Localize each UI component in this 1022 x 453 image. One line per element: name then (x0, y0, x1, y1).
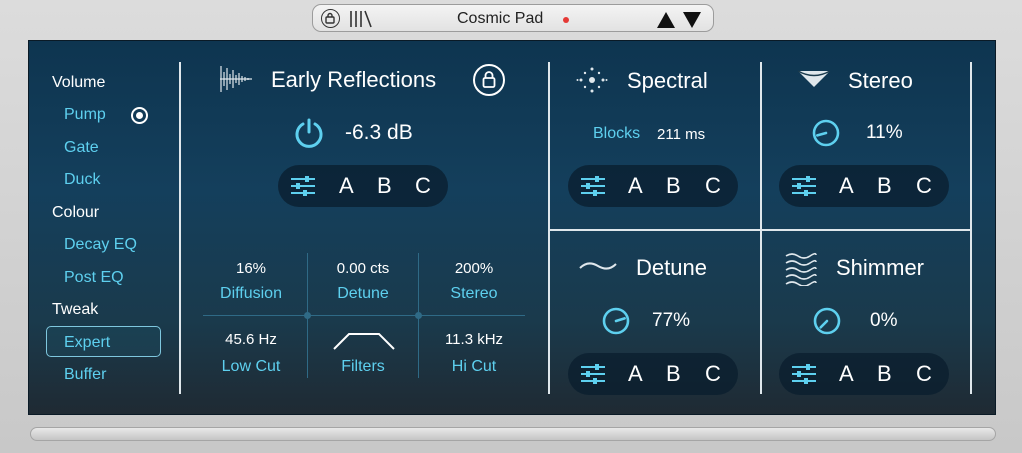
filter-shape-icon[interactable] (333, 331, 395, 351)
sliders-icon[interactable] (580, 363, 606, 385)
nav-item-duck[interactable]: Duck (64, 171, 100, 189)
divider (179, 62, 181, 394)
slot-b-button[interactable]: B (666, 173, 681, 199)
spectral-title: Spectral (627, 68, 708, 93)
slot-c-button[interactable]: C (916, 173, 932, 199)
nav-item-pump[interactable]: Pump (64, 106, 106, 124)
early-reflections-slot-bar: A B C (278, 165, 448, 207)
nav-section-volume: Volume (52, 74, 106, 91)
lock-icon[interactable] (321, 9, 340, 28)
nav-section-tweak: Tweak (52, 301, 99, 318)
detune-slot-bar: A B C (568, 353, 738, 395)
blocks-label: Blocks (593, 125, 641, 142)
sliders-icon[interactable] (791, 175, 817, 197)
arrow-up-icon[interactable] (656, 11, 676, 29)
early-reflections-level[interactable]: -6.3 dB (345, 121, 413, 145)
stereo-knob[interactable] (811, 118, 841, 148)
spectral-slot-bar: A B C (568, 165, 738, 207)
slot-a-button[interactable]: A (628, 173, 643, 199)
hi-cut-label: Hi Cut (451, 358, 497, 375)
preset-name[interactable]: Cosmic Pad (457, 10, 543, 28)
waveform-icon (220, 66, 252, 92)
nav-section-colour: Colour (52, 204, 100, 221)
grid-node (304, 312, 311, 319)
slot-a-button[interactable]: A (628, 361, 643, 387)
sliders-icon[interactable] (791, 363, 817, 385)
stereo-width-label: Stereo (450, 285, 498, 302)
detune-value[interactable]: 0.00 cts (313, 260, 413, 277)
detune-knob[interactable] (601, 306, 631, 336)
detune-label: Detune (337, 285, 389, 302)
hi-cut-value[interactable]: 11.3 kHz (424, 331, 524, 348)
grid-line (203, 315, 525, 317)
blocks-value[interactable]: 211 ms (657, 126, 705, 143)
stereo-icon (797, 70, 831, 87)
bottom-bar (30, 427, 996, 441)
preset-bar: Cosmic Pad (312, 4, 714, 32)
detune-wave-icon (579, 262, 617, 270)
slot-a-button[interactable]: A (839, 361, 854, 387)
pump-radio[interactable] (131, 107, 148, 124)
nav-item-gate[interactable]: Gate (64, 139, 99, 157)
slot-c-button[interactable]: C (705, 361, 721, 387)
slot-a-button[interactable]: A (339, 173, 354, 199)
slot-a-button[interactable]: A (839, 173, 854, 199)
slot-b-button[interactable]: B (877, 361, 892, 387)
detune-value[interactable]: 77% (652, 310, 690, 332)
power-icon[interactable] (293, 117, 325, 149)
divider (970, 62, 972, 394)
stereo-title: Stereo (848, 68, 913, 93)
modified-indicator (563, 17, 569, 23)
shimmer-slot-bar: A B C (779, 353, 949, 395)
divider (548, 62, 550, 394)
spectral-icon (576, 67, 608, 93)
slot-c-button[interactable]: C (415, 173, 431, 199)
shimmer-value[interactable]: 0% (870, 310, 897, 332)
stereo-slot-bar: A B C (779, 165, 949, 207)
low-cut-label: Low Cut (221, 358, 281, 375)
sliders-icon[interactable] (290, 175, 316, 197)
shimmer-knob[interactable] (812, 306, 842, 336)
lock-icon[interactable] (472, 63, 506, 97)
shimmer-title: Shimmer (836, 255, 925, 280)
library-icon[interactable] (349, 10, 373, 28)
slot-b-button[interactable]: B (377, 173, 392, 199)
stereo-value[interactable]: 11% (866, 122, 903, 144)
slot-c-button[interactable]: C (916, 361, 932, 387)
nav-item-expert[interactable]: Expert (64, 334, 110, 352)
divider (548, 229, 971, 231)
slot-b-button[interactable]: B (877, 173, 892, 199)
diffusion-value[interactable]: 16% (205, 260, 297, 277)
slot-b-button[interactable]: B (666, 361, 681, 387)
arrow-down-icon[interactable] (682, 11, 702, 29)
diffusion-label: Diffusion (220, 285, 282, 302)
early-reflections-title: Early Reflections (271, 67, 437, 92)
low-cut-value[interactable]: 45.6 Hz (205, 331, 297, 348)
shimmer-icon (785, 252, 817, 286)
nav-item-buffer[interactable]: Buffer (64, 366, 106, 384)
divider (760, 62, 762, 394)
filters-label: Filters (341, 358, 385, 375)
sliders-icon[interactable] (580, 175, 606, 197)
slot-c-button[interactable]: C (705, 173, 721, 199)
nav-item-post-eq[interactable]: Post EQ (64, 269, 124, 287)
detune-title: Detune (636, 255, 707, 280)
grid-node (415, 312, 422, 319)
nav-item-decay-eq[interactable]: Decay EQ (64, 236, 137, 254)
stereo-width-value[interactable]: 200% (424, 260, 524, 277)
